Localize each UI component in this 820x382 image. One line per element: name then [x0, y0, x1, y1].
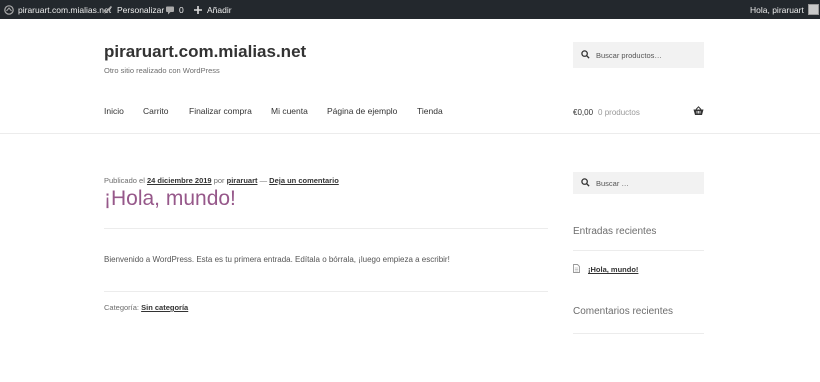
cart-count: 0 productos [598, 107, 640, 117]
add-new-label: Añadir [207, 4, 232, 15]
nav-item-mi-cuenta[interactable]: Mi cuenta [271, 106, 308, 116]
document-icon [573, 264, 580, 275]
admin-bar: piraruart.com.mialias.net Personalizar 0… [0, 0, 820, 19]
post-meta: Publicado el 24 diciembre 2019 por pirar… [104, 176, 339, 185]
site-tagline: Otro sitio realizado con WordPress [104, 66, 220, 75]
by-label: por [213, 176, 225, 185]
greeting-label: Hola, piraruart [750, 4, 804, 15]
cart-amount: €0,00 [573, 107, 594, 117]
recent-comments-title: Comentarios recientes [573, 306, 674, 317]
sidebar-search-input[interactable] [596, 178, 696, 188]
customize-link[interactable]: Personalizar [103, 0, 164, 19]
nav-item-carrito[interactable]: Carrito [143, 106, 169, 116]
published-label: Publicado el [104, 176, 145, 185]
avatar [807, 4, 819, 15]
recent-post-item: ¡Hola, mundo! [573, 264, 638, 275]
site-title[interactable]: piraruart.com.mialias.net [104, 42, 306, 62]
recent-posts-divider [573, 250, 704, 251]
category-link[interactable]: Sin categoría [141, 303, 188, 312]
plus-icon [193, 5, 203, 15]
post-title[interactable]: ¡Hola, mundo! [104, 187, 236, 211]
product-search [573, 42, 704, 68]
basket-icon [693, 106, 704, 118]
header-cart[interactable]: €0,00 0 productos [573, 106, 704, 118]
search-icon [581, 46, 590, 64]
category-label: Categoría: [104, 303, 140, 312]
admin-site-link[interactable]: piraruart.com.mialias.net [4, 0, 111, 19]
nav-item-inicio[interactable]: Inicio [104, 106, 124, 116]
post-divider-bottom [104, 291, 548, 292]
nav-item-finalizar-compra[interactable]: Finalizar compra [189, 106, 252, 116]
add-new-link[interactable]: Añadir [193, 0, 232, 19]
recent-post-link[interactable]: ¡Hola, mundo! [588, 265, 638, 274]
comments-count: 0 [179, 4, 184, 15]
post-divider-top [104, 228, 548, 229]
customize-label: Personalizar [117, 4, 165, 15]
brush-icon [103, 5, 113, 15]
meta-separator: — [259, 176, 268, 185]
home-icon [4, 4, 14, 15]
post-date-link[interactable]: 24 diciembre 2019 [147, 176, 212, 185]
sidebar-search [573, 172, 704, 194]
search-icon [581, 174, 590, 192]
account-menu[interactable]: Hola, piraruart [750, 0, 819, 19]
post-content: Bienvenido a WordPress. Esta es tu prime… [104, 255, 450, 264]
recent-posts-title: Entradas recientes [573, 226, 657, 237]
leave-comment-link[interactable]: Deja un comentario [269, 176, 339, 185]
post-categories: Categoría: Sin categoría [104, 303, 188, 312]
nav-item-pagina-de-ejemplo[interactable]: Página de ejemplo [327, 106, 397, 116]
nav-item-tienda[interactable]: Tienda [417, 106, 443, 116]
comment-icon [165, 5, 175, 15]
comments-link[interactable]: 0 [165, 0, 184, 19]
admin-site-label: piraruart.com.mialias.net [18, 4, 112, 15]
header-divider [0, 133, 820, 134]
recent-comments-divider [573, 333, 704, 334]
author-link[interactable]: piraruart [227, 176, 258, 185]
product-search-input[interactable] [596, 50, 696, 60]
